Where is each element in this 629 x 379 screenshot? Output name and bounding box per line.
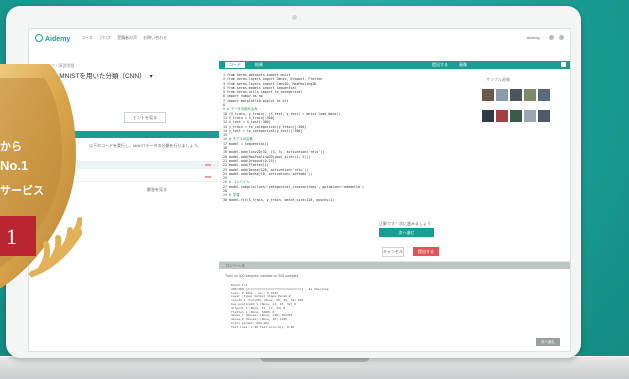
thumbnail[interactable] [510,89,522,101]
laptop-frame: Aidemy コース ブログ 受講者の声 お問い合わせ Aidemy タスク /… [6,6,581,358]
next-button[interactable]: 次へ進む [379,228,434,237]
thumbnail[interactable] [496,110,508,122]
user-menu[interactable]: Aidemy [527,35,540,40]
output-summary: Train on 300 samples, validate on 300 sa… [225,274,299,278]
output-next-button[interactable]: 次へ進む [536,338,560,346]
submit-button[interactable]: 提出する [413,247,439,256]
code-editor: コード 結果 提出する 1 from keras.datasets import… [219,49,455,261]
badge-line-2: No.1 [0,158,29,173]
tab-code[interactable]: コード [225,62,245,68]
thumbnail[interactable] [482,110,494,122]
close-icon[interactable] [561,62,566,67]
thumbnail-grid [482,89,564,131]
thumbnail[interactable] [538,110,550,122]
output-bar [219,262,570,269]
error-marker [205,164,211,166]
image-panel-title: 画像 [459,62,467,67]
camera-dot [292,15,297,20]
thumbnail[interactable] [482,89,494,101]
answer-link[interactable]: 解答を見る [147,187,167,193]
thumbnail[interactable] [538,89,550,101]
output-panel: コンソール Train on 300 samples, validate on … [219,261,570,351]
result-message: 正解です！次に進みましょう [379,221,431,226]
award-badge [0,64,82,289]
code-line[interactable]: 30 model.fit(X_train, y_train, batch_siz… [223,198,448,202]
tab-result[interactable]: 結果 [251,62,267,68]
instruction-text: 以下のコードを実行し、MNISTデータの分類を行いましょう。 [89,143,202,148]
logo-icon [35,34,43,42]
nav-item-blog[interactable]: ブログ [99,35,111,40]
thumbnail[interactable] [524,110,536,122]
output-title: コンソール [225,263,245,268]
logo[interactable]: Aidemy [35,34,70,43]
header-nav: コース ブログ 受講者の声 お問い合わせ [81,35,172,41]
app-screen: Aidemy コース ブログ 受講者の声 お問い合わせ Aidemy タスク /… [28,28,571,352]
image-panel-bar [454,61,570,69]
chevron-down-icon[interactable]: ▾ [150,74,153,80]
cancel-button[interactable]: キャンセル [382,247,404,257]
thumbnail[interactable] [510,110,522,122]
badge-line-3: サービス [0,185,44,197]
code-lines[interactable]: 1 from keras.datasets import mnist 2 from… [223,73,448,202]
badge-line-1: から [0,141,22,153]
logo-text: Aidemy [45,36,71,43]
hint-button[interactable]: ヒントを見る [124,112,166,123]
badge-number: 1 [6,224,17,249]
nav-item-course[interactable]: コース [81,35,93,40]
error-marker [205,176,211,178]
app-header: Aidemy コース ブログ 受講者の声 お問い合わせ Aidemy [29,29,570,50]
image-caption: サンプル画像 [486,77,510,82]
thumbnail[interactable] [524,89,536,101]
nav-item-contact[interactable]: お問い合わせ [143,35,167,40]
nav-item-voices[interactable]: 受講者の声 [117,35,137,40]
output-line: Test loss: 1.96 Test accuracy: 0.48 [231,324,295,329]
submit-tab-button[interactable]: 提出する [432,62,448,68]
notification-icon[interactable] [549,35,554,40]
output-log: Epoch 1/1 300/300 [======================… [231,283,329,330]
settings-icon[interactable] [559,35,564,40]
thumbnail[interactable] [496,89,508,101]
image-panel: 画像 サンプル画像 [454,49,570,261]
